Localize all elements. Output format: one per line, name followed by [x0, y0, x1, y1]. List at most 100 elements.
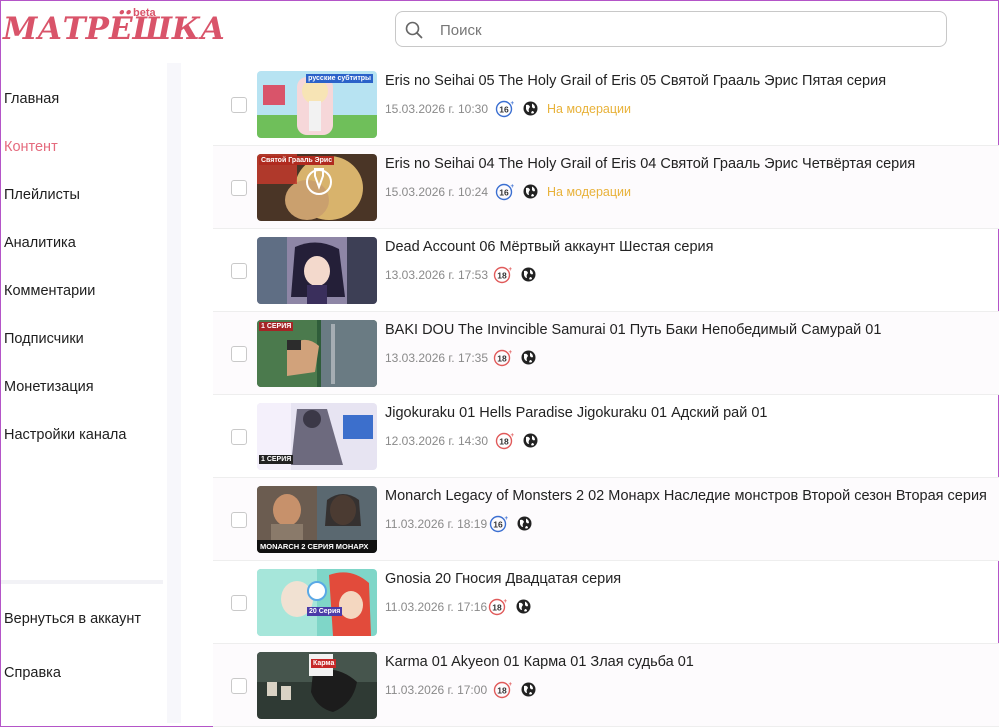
age-rating-text: 18 — [497, 354, 507, 364]
sidebar-item-back-to-account[interactable]: Вернуться в аккаунт — [4, 611, 141, 627]
age-rating-16-icon: 16 + — [495, 99, 515, 118]
search-input[interactable] — [440, 19, 920, 41]
thumbnail-caption: MONARCH 2 СЕРИЯ МОНАРХ — [258, 541, 371, 552]
age-rating-18-icon: 18 + — [488, 597, 508, 616]
svg-text:+: + — [509, 682, 513, 688]
svg-text:+: + — [511, 184, 515, 190]
public-globe-icon — [522, 100, 539, 117]
video-date: 13.03.2026 г. 17:53 — [385, 268, 489, 282]
video-row[interactable]: 1 СЕРИЯ BAKI DOU The Invincible Samurai … — [213, 312, 999, 395]
sidebar-item-comments[interactable]: Комментарии — [4, 283, 95, 299]
svg-text:+: + — [509, 267, 513, 273]
public-globe-icon — [520, 681, 537, 698]
thumbnail-caption: Святой Грааль Эрис — [259, 156, 335, 165]
sidebar-divider — [1, 580, 163, 584]
video-thumbnail[interactable]: 1 СЕРИЯ — [257, 403, 377, 470]
row-checkbox[interactable] — [231, 429, 247, 445]
video-title[interactable]: Eris no Seihai 04 The Holy Grail of Eris… — [385, 156, 915, 172]
svg-text:+: + — [511, 101, 515, 107]
top-header: МАТРЁШКА beta — [1, 1, 998, 59]
video-thumbnail[interactable]: Святой Грааль Эрис — [257, 154, 377, 221]
video-date: 12.03.2026 г. 14:30 — [385, 434, 489, 448]
age-rating-text: 16 — [493, 520, 503, 530]
public-globe-icon — [522, 432, 539, 449]
sidebar-item-subscribers[interactable]: Подписчики — [4, 331, 84, 347]
video-title[interactable]: Dead Account 06 Мёртвый аккаунт Шестая с… — [385, 239, 714, 255]
age-rating-18-icon: 18 + — [493, 680, 513, 699]
thumbnail-caption: русские субтитры — [306, 74, 373, 83]
age-rating-text: 18 — [497, 686, 507, 696]
svg-text:+: + — [509, 350, 513, 356]
video-thumbnail[interactable]: русские субтитры — [257, 71, 377, 138]
sidebar-item-channel-settings[interactable]: Настройки канала — [4, 427, 126, 443]
thumbnail-caption: Карма — [311, 659, 337, 668]
video-thumbnail[interactable] — [257, 237, 377, 304]
video-title[interactable]: Karma 01 Akyeon 01 Карма 01 Злая судьба … — [385, 654, 694, 670]
video-row[interactable]: MONARCH 2 СЕРИЯ МОНАРХ Monarch Legacy of… — [213, 478, 999, 561]
video-thumbnail[interactable]: MONARCH 2 СЕРИЯ МОНАРХ — [257, 486, 377, 553]
beta-badge: beta — [133, 7, 156, 19]
video-title[interactable]: Gnosia 20 Гносия Двадцатая серия — [385, 571, 621, 587]
row-checkbox[interactable] — [231, 180, 247, 196]
sidebar-item-help[interactable]: Справка — [4, 665, 61, 681]
video-date: 15.03.2026 г. 10:30 — [385, 102, 489, 116]
row-checkbox[interactable] — [231, 346, 247, 362]
video-title[interactable]: Monarch Legacy of Monsters 2 02 Монарх Н… — [385, 488, 987, 504]
video-date: 11.03.2026 г. 18:19 — [385, 517, 488, 531]
sidebar-item-main[interactable]: Главная — [4, 91, 59, 107]
video-title[interactable]: Jigokuraku 01 Hells Paradise Jigokuraku … — [385, 405, 767, 421]
video-title[interactable]: BAKI DOU The Invincible Samurai 01 Путь … — [385, 322, 881, 338]
row-checkbox[interactable] — [231, 512, 247, 528]
age-rating-text: 18 — [492, 603, 502, 613]
video-row[interactable]: 1 СЕРИЯ Jigokuraku 01 Hells Paradise Jig… — [213, 395, 999, 478]
age-rating-text: 18 — [499, 437, 509, 447]
video-list: русские субтитры Eris no Seihai 05 The H… — [213, 63, 999, 727]
video-date: 13.03.2026 г. 17:35 — [385, 351, 489, 365]
public-globe-icon — [516, 515, 533, 532]
video-thumbnail[interactable]: Карма — [257, 652, 377, 719]
sidebar-item-playlists[interactable]: Плейлисты — [4, 187, 80, 203]
video-date: 15.03.2026 г. 10:24 — [385, 185, 489, 199]
age-rating-18-icon: 18 + — [493, 265, 513, 284]
age-rating-text: 16 — [499, 188, 509, 198]
sidebar-item-content[interactable]: Контент — [4, 139, 58, 155]
public-globe-icon — [520, 349, 537, 366]
video-row[interactable]: русские субтитры Eris no Seihai 05 The H… — [213, 63, 999, 146]
search-box[interactable] — [395, 11, 947, 47]
video-row[interactable]: 20 Серия Gnosia 20 Гносия Двадцатая сери… — [213, 561, 999, 644]
age-rating-18-icon: 18 + — [495, 431, 515, 450]
public-globe-icon — [522, 183, 539, 200]
thumbnail-caption: 20 Серия — [307, 607, 343, 616]
video-date: 11.03.2026 г. 17:00 — [385, 683, 488, 697]
thumbnail-caption: 1 СЕРИЯ — [259, 455, 294, 464]
logo[interactable]: МАТРЁШКА beta — [3, 5, 225, 55]
row-checkbox[interactable] — [231, 263, 247, 279]
video-row[interactable]: Карма Karma 01 Akyeon 01 Карма 01 Злая с… — [213, 644, 999, 727]
age-rating-16-icon: 16 + — [495, 182, 515, 201]
moderation-status: На модерации — [547, 102, 631, 116]
age-rating-text: 16 — [499, 105, 509, 115]
svg-text:+: + — [504, 599, 508, 605]
svg-text:+: + — [511, 433, 515, 439]
video-thumbnail[interactable]: 1 СЕРИЯ — [257, 320, 377, 387]
video-thumbnail[interactable]: 20 Серия — [257, 569, 377, 636]
sidebar-item-monetization[interactable]: Монетизация — [4, 379, 94, 395]
public-globe-icon — [515, 598, 532, 615]
video-row[interactable]: Dead Account 06 Мёртвый аккаунт Шестая с… — [213, 229, 999, 312]
sidebar-item-analytics[interactable]: Аналитика — [4, 235, 76, 251]
age-rating-16-icon: 16 + — [489, 514, 509, 533]
public-globe-icon — [520, 266, 537, 283]
logo-text: МАТРЁШКА — [3, 11, 226, 47]
sidebar: Главная Контент Плейлисты Аналитика Комм… — [1, 63, 181, 723]
video-title[interactable]: Eris no Seihai 05 The Holy Grail of Eris… — [385, 73, 886, 89]
age-rating-text: 18 — [497, 271, 507, 281]
row-checkbox[interactable] — [231, 678, 247, 694]
thumbnail-caption: 1 СЕРИЯ — [259, 322, 294, 331]
search-icon — [404, 20, 424, 40]
svg-text:+: + — [505, 516, 509, 522]
moderation-status: На модерации — [547, 185, 631, 199]
video-date: 11.03.2026 г. 17:16 — [385, 600, 488, 614]
video-row[interactable]: Святой Грааль Эрис Eris no Seihai 04 The… — [213, 146, 999, 229]
row-checkbox[interactable] — [231, 595, 247, 611]
row-checkbox[interactable] — [231, 97, 247, 113]
